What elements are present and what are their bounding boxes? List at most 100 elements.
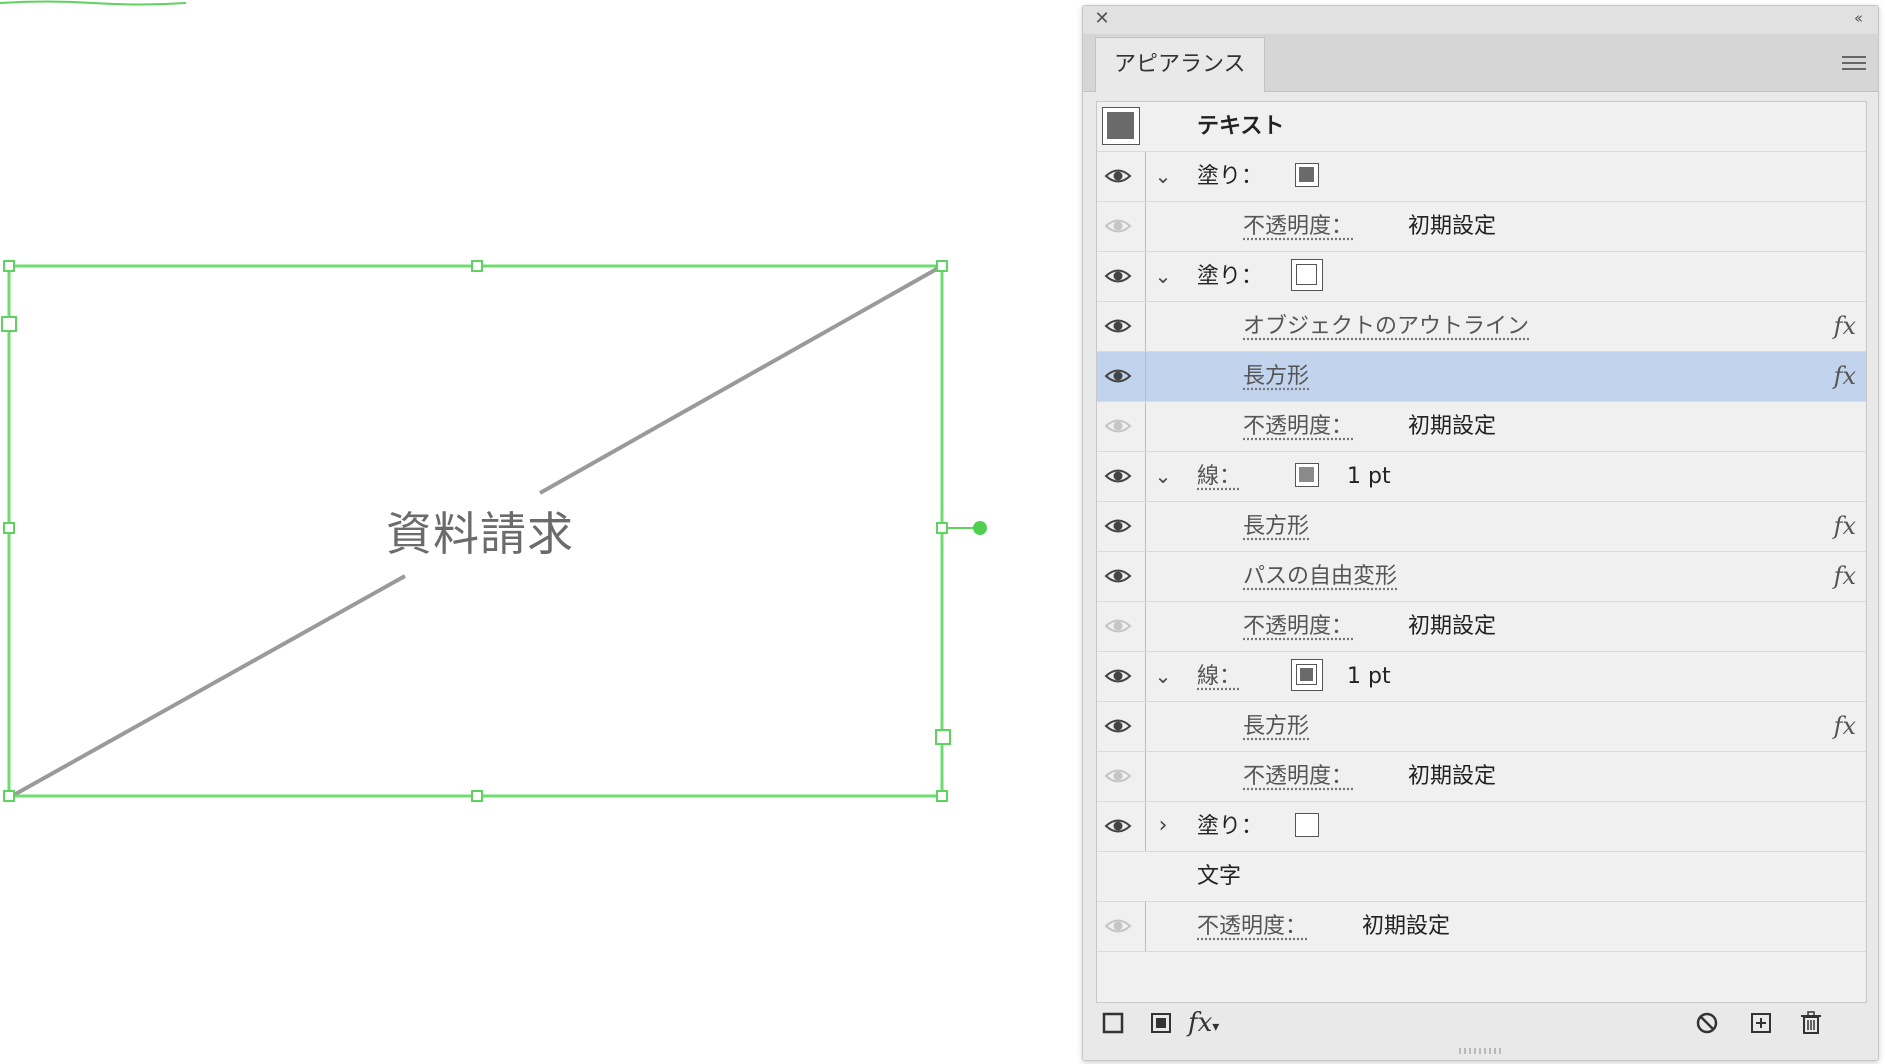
effect-row[interactable]: パスの自由変形 fx	[1097, 552, 1866, 602]
opacity-value: 初期設定	[1408, 214, 1497, 239]
opacity-row[interactable]: 不透明度： 初期設定	[1097, 752, 1866, 802]
eye-icon-disabled[interactable]	[1104, 414, 1132, 438]
characters-row[interactable]: 文字	[1097, 852, 1866, 902]
chevron-down-icon[interactable]: ⌄	[1153, 464, 1173, 488]
stroke-row[interactable]: ⌄ 線： 1 pt	[1097, 452, 1866, 502]
delete-item-icon[interactable]	[1796, 1008, 1826, 1038]
appearance-panel: ✕ ‹‹ アピアランス テキスト ⌄ 塗り： 不透明度： 初期設定 ⌄ 塗り： …	[1082, 5, 1879, 1061]
eye-icon-disabled[interactable]	[1104, 914, 1132, 938]
effect-row-selected[interactable]: 長方形 fx	[1097, 352, 1866, 402]
fx-icon[interactable]: fx	[1834, 502, 1856, 551]
text-port-handle[interactable]	[973, 521, 987, 535]
effect-link[interactable]: 長方形	[1243, 502, 1309, 551]
stroke-row[interactable]: ⌄ 線： 1 pt	[1097, 652, 1866, 702]
opacity-value: 初期設定	[1362, 914, 1451, 939]
add-fill-icon[interactable]	[1146, 1008, 1176, 1038]
chevron-right-icon[interactable]: ›	[1153, 814, 1173, 838]
chevron-down-icon[interactable]: ⌄	[1153, 264, 1173, 288]
fill-swatch-none[interactable]	[1291, 259, 1323, 291]
effect-row[interactable]: 長方形 fx	[1097, 502, 1866, 552]
opacity-link[interactable]: 不透明度：	[1197, 902, 1307, 951]
characters-label: 文字	[1197, 864, 1242, 889]
handle-top-center[interactable]	[471, 260, 483, 272]
stroke-link[interactable]: 線：	[1197, 652, 1241, 701]
eye-icon[interactable]	[1104, 514, 1132, 538]
opacity-value: 初期設定	[1408, 764, 1497, 789]
object-type-label: テキスト	[1197, 114, 1285, 139]
collapse-icon[interactable]: ‹‹	[1846, 9, 1868, 27]
fx-icon[interactable]: fx	[1834, 702, 1856, 751]
effect-link[interactable]: 長方形	[1243, 352, 1309, 401]
effect-row[interactable]: 長方形 fx	[1097, 702, 1866, 752]
close-icon[interactable]: ✕	[1093, 10, 1111, 28]
opacity-row[interactable]: 不透明度： 初期設定	[1097, 202, 1866, 252]
stroke-link[interactable]: 線：	[1197, 452, 1241, 501]
object-header-row[interactable]: テキスト	[1097, 102, 1866, 152]
handle-middle-left[interactable]	[3, 522, 15, 534]
eye-icon-disabled[interactable]	[1104, 764, 1132, 788]
stroke-weight[interactable]: 1 pt	[1347, 652, 1391, 701]
eye-icon[interactable]	[1104, 664, 1132, 688]
fill-label: 塗り：	[1197, 164, 1264, 189]
eye-icon[interactable]	[1104, 264, 1132, 288]
fx-icon[interactable]: fx	[1834, 552, 1856, 601]
eye-icon[interactable]	[1104, 364, 1132, 388]
add-stroke-icon[interactable]	[1098, 1008, 1128, 1038]
eye-icon-disabled[interactable]	[1104, 214, 1132, 238]
stroke-swatch[interactable]	[1295, 463, 1319, 487]
anchor-point-left[interactable]	[1, 316, 17, 332]
panel-menu-icon[interactable]	[1842, 52, 1866, 72]
opacity-link[interactable]: 不透明度：	[1243, 202, 1353, 251]
stroke-swatch[interactable]	[1291, 659, 1323, 691]
handle-bottom-right[interactable]	[936, 790, 948, 802]
chevron-down-icon[interactable]: ⌄	[1153, 664, 1173, 688]
eye-icon[interactable]	[1104, 564, 1132, 588]
handle-top-right[interactable]	[936, 260, 948, 272]
effect-link[interactable]: パスの自由変形	[1243, 552, 1397, 601]
handle-bottom-left[interactable]	[3, 790, 15, 802]
handle-middle-right[interactable]	[936, 522, 948, 534]
fill-label: 塗り：	[1197, 814, 1264, 839]
resize-grip-icon[interactable]	[1455, 1047, 1505, 1055]
panel-bottom-toolbar: fx▾	[1096, 1006, 1865, 1042]
fill-swatch[interactable]	[1295, 163, 1319, 187]
canvas-text[interactable]: 資料請求	[380, 502, 580, 566]
diagonal-line-lower	[11, 574, 406, 798]
object-opacity-row[interactable]: 不透明度： 初期設定	[1097, 902, 1866, 952]
text-baseline-underline	[0, 0, 186, 6]
eye-icon[interactable]	[1104, 464, 1132, 488]
eye-icon[interactable]	[1104, 314, 1132, 338]
fill-row[interactable]: › 塗り：	[1097, 802, 1866, 852]
opacity-value: 初期設定	[1408, 614, 1497, 639]
eye-icon[interactable]	[1104, 814, 1132, 838]
anchor-point-right[interactable]	[935, 729, 951, 745]
opacity-row[interactable]: 不透明度： 初期設定	[1097, 602, 1866, 652]
chevron-down-icon[interactable]: ⌄	[1153, 164, 1173, 188]
eye-icon[interactable]	[1104, 164, 1132, 188]
fx-icon[interactable]: fx	[1834, 302, 1856, 351]
handle-bottom-center[interactable]	[471, 790, 483, 802]
fill-swatch-white[interactable]	[1295, 813, 1319, 837]
effect-link[interactable]: オブジェクトのアウトライン	[1243, 302, 1529, 351]
fx-icon[interactable]: fx	[1834, 352, 1856, 401]
clear-appearance-icon[interactable]	[1692, 1008, 1722, 1038]
fill-row[interactable]: ⌄ 塗り：	[1097, 252, 1866, 302]
eye-icon[interactable]	[1104, 714, 1132, 738]
panel-title-bar[interactable]: ✕ ‹‹	[1083, 6, 1878, 34]
fill-row[interactable]: ⌄ 塗り：	[1097, 152, 1866, 202]
effect-link[interactable]: 長方形	[1243, 702, 1309, 751]
effect-row[interactable]: オブジェクトのアウトライン fx	[1097, 302, 1866, 352]
opacity-link[interactable]: 不透明度：	[1243, 602, 1353, 651]
handle-top-left[interactable]	[3, 260, 15, 272]
opacity-row[interactable]: 不透明度： 初期設定	[1097, 402, 1866, 452]
duplicate-item-icon[interactable]	[1746, 1008, 1776, 1038]
tab-appearance[interactable]: アピアランス	[1095, 37, 1265, 92]
eye-icon-disabled[interactable]	[1104, 614, 1132, 638]
opacity-value: 初期設定	[1408, 414, 1497, 439]
fx-menu-icon[interactable]: fx▾	[1188, 1008, 1228, 1038]
stroke-weight[interactable]: 1 pt	[1347, 452, 1391, 501]
opacity-link[interactable]: 不透明度：	[1243, 752, 1353, 801]
canvas[interactable]: 資料請求	[0, 0, 1080, 1064]
diagonal-line-upper	[539, 264, 943, 495]
opacity-link[interactable]: 不透明度：	[1243, 402, 1353, 451]
